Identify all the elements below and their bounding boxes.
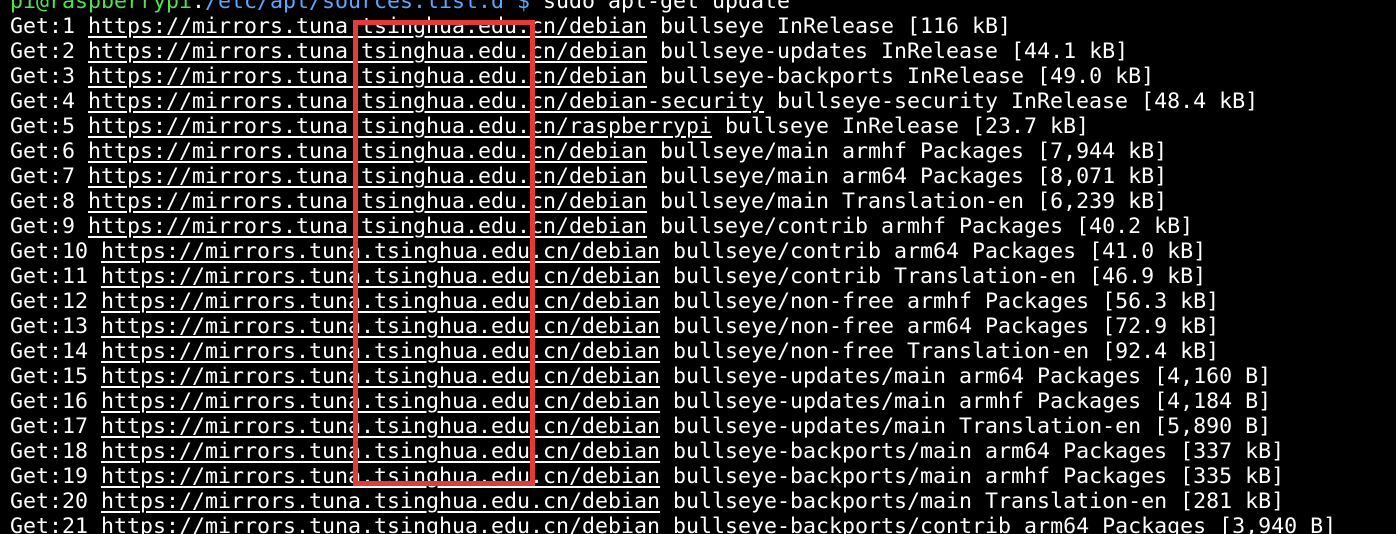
release-info: bullseye/contrib arm64 Packages [41.0 kB… [660, 239, 1207, 264]
output-line: Get:9 https://mirrors.tuna.tsinghua.edu.… [10, 214, 1396, 239]
prompt-command: sudo apt-get update [530, 0, 791, 14]
mirror-url-link[interactable]: https://mirrors.tuna.tsinghua.edu.cn/deb… [101, 314, 660, 339]
get-label: Get:14 [10, 339, 102, 364]
release-info: bullseye/contrib Translation-en [46.9 kB… [660, 264, 1207, 289]
get-label: Get:7 [10, 164, 89, 189]
mirror-url-link[interactable]: https://mirrors.tuna.tsinghua.edu.cn/deb… [88, 39, 647, 64]
mirror-url-link[interactable]: https://mirrors.tuna.tsinghua.edu.cn/deb… [88, 189, 647, 214]
get-label: Get:2 [10, 39, 89, 64]
get-label: Get:20 [10, 489, 102, 514]
get-label: Get:17 [10, 414, 102, 439]
release-info: bullseye/non-free Translation-en [92.4 k… [660, 339, 1220, 364]
get-label: Get:12 [10, 289, 102, 314]
release-info: bullseye-updates/main Translation-en [5,… [660, 414, 1272, 439]
release-info: bullseye-backports/main armhf Packages [… [660, 464, 1285, 489]
mirror-url-link[interactable]: https://mirrors.tuna.tsinghua.edu.cn/deb… [88, 14, 647, 39]
output-line: Get:7 https://mirrors.tuna.tsinghua.edu.… [10, 164, 1396, 189]
release-info: bullseye/main arm64 Packages [8,071 kB] [647, 164, 1168, 189]
output-line: Get:14 https://mirrors.tuna.tsinghua.edu… [10, 339, 1396, 364]
get-label: Get:5 [10, 114, 89, 139]
get-label: Get:11 [10, 264, 102, 289]
release-info: bullseye-backports/contrib arm64 Package… [660, 514, 1337, 534]
output-line: Get:8 https://mirrors.tuna.tsinghua.edu.… [10, 189, 1396, 214]
output-line: Get:2 https://mirrors.tuna.tsinghua.edu.… [10, 39, 1396, 64]
release-info: bullseye-backports/main Translation-en [… [660, 489, 1285, 514]
terminal-window[interactable]: pi@raspberrypi:/etc/apt/sources.list.d $… [0, 0, 1396, 534]
mirror-url-link[interactable]: https://mirrors.tuna.tsinghua.edu.cn/deb… [88, 139, 647, 164]
release-info: bullseye-updates/main armhf Packages [4,… [660, 389, 1272, 414]
prompt-separator: : [192, 0, 206, 14]
mirror-url-link[interactable]: https://mirrors.tuna.tsinghua.edu.cn/deb… [101, 389, 660, 414]
release-info: bullseye/main Translation-en [6,239 kB] [647, 189, 1168, 214]
output-line: Get:11 https://mirrors.tuna.tsinghua.edu… [10, 264, 1396, 289]
terminal-output[interactable]: pi@raspberrypi:/etc/apt/sources.list.d $… [10, 0, 1396, 534]
release-info: bullseye-backports/main arm64 Packages [… [660, 439, 1285, 464]
output-line: Get:4 https://mirrors.tuna.tsinghua.edu.… [10, 89, 1396, 114]
output-line: Get:1 https://mirrors.tuna.tsinghua.edu.… [10, 14, 1396, 39]
release-info: bullseye-backports InRelease [49.0 kB] [647, 64, 1155, 89]
output-line: Get:21 https://mirrors.tuna.tsinghua.edu… [10, 514, 1396, 534]
mirror-url-link[interactable]: https://mirrors.tuna.tsinghua.edu.cn/ras… [88, 114, 712, 139]
output-line: Get:16 https://mirrors.tuna.tsinghua.edu… [10, 389, 1396, 414]
mirror-url-link[interactable]: https://mirrors.tuna.tsinghua.edu.cn/deb… [88, 64, 647, 89]
release-info: bullseye-updates/main arm64 Packages [4,… [660, 364, 1272, 389]
get-label: Get:15 [10, 364, 102, 389]
get-label: Get:18 [10, 439, 102, 464]
output-line: Get:18 https://mirrors.tuna.tsinghua.edu… [10, 439, 1396, 464]
output-lines: Get:1 https://mirrors.tuna.tsinghua.edu.… [10, 14, 1396, 534]
mirror-url-link[interactable]: https://mirrors.tuna.tsinghua.edu.cn/deb… [88, 164, 647, 189]
mirror-url-link[interactable]: https://mirrors.tuna.tsinghua.edu.cn/deb… [101, 364, 660, 389]
mirror-url-link[interactable]: https://mirrors.tuna.tsinghua.edu.cn/deb… [101, 489, 660, 514]
mirror-url-link[interactable]: https://mirrors.tuna.tsinghua.edu.cn/deb… [101, 289, 660, 314]
get-label: Get:13 [10, 314, 102, 339]
release-info: bullseye-security InRelease [48.4 kB] [764, 89, 1259, 114]
output-line: Get:6 https://mirrors.tuna.tsinghua.edu.… [10, 139, 1396, 164]
output-line: Get:15 https://mirrors.tuna.tsinghua.edu… [10, 364, 1396, 389]
release-info: bullseye/non-free arm64 Packages [72.9 k… [660, 314, 1220, 339]
get-label: Get:1 [10, 14, 89, 39]
get-label: Get:9 [10, 214, 89, 239]
output-line: Get:10 https://mirrors.tuna.tsinghua.edu… [10, 239, 1396, 264]
release-info: bullseye/main armhf Packages [7,944 kB] [647, 139, 1168, 164]
mirror-url-link[interactable]: https://mirrors.tuna.tsinghua.edu.cn/deb… [101, 514, 660, 534]
get-label: Get:6 [10, 139, 89, 164]
mirror-url-link[interactable]: https://mirrors.tuna.tsinghua.edu.cn/deb… [88, 214, 647, 239]
get-label: Get:8 [10, 189, 89, 214]
output-line: Get:20 https://mirrors.tuna.tsinghua.edu… [10, 489, 1396, 514]
get-label: Get:16 [10, 389, 102, 414]
mirror-url-link[interactable]: https://mirrors.tuna.tsinghua.edu.cn/deb… [88, 89, 764, 114]
release-info: bullseye/non-free armhf Packages [56.3 k… [660, 289, 1220, 314]
prompt-path: /etc/apt/sources.list.d $ [205, 0, 531, 14]
get-label: Get:21 [10, 514, 102, 534]
release-info: bullseye/contrib armhf Packages [40.2 kB… [647, 214, 1194, 239]
mirror-url-link[interactable]: https://mirrors.tuna.tsinghua.edu.cn/deb… [101, 464, 660, 489]
prompt-user-host: pi@raspberrypi [10, 0, 193, 14]
output-line: Get:12 https://mirrors.tuna.tsinghua.edu… [10, 289, 1396, 314]
get-label: Get:3 [10, 64, 89, 89]
mirror-url-link[interactable]: https://mirrors.tuna.tsinghua.edu.cn/deb… [101, 439, 660, 464]
output-line: Get:13 https://mirrors.tuna.tsinghua.edu… [10, 314, 1396, 339]
get-label: Get:10 [10, 239, 102, 264]
output-line: Get:19 https://mirrors.tuna.tsinghua.edu… [10, 464, 1396, 489]
get-label: Get:19 [10, 464, 102, 489]
mirror-url-link[interactable]: https://mirrors.tuna.tsinghua.edu.cn/deb… [101, 414, 660, 439]
prompt-line: pi@raspberrypi:/etc/apt/sources.list.d $… [10, 0, 1396, 14]
release-info: bullseye InRelease [116 kB] [647, 14, 1012, 39]
release-info: bullseye-updates InRelease [44.1 kB] [647, 39, 1129, 64]
mirror-url-link[interactable]: https://mirrors.tuna.tsinghua.edu.cn/deb… [101, 239, 660, 264]
output-line: Get:3 https://mirrors.tuna.tsinghua.edu.… [10, 64, 1396, 89]
mirror-url-link[interactable]: https://mirrors.tuna.tsinghua.edu.cn/deb… [101, 264, 660, 289]
get-label: Get:4 [10, 89, 89, 114]
output-line: Get:5 https://mirrors.tuna.tsinghua.edu.… [10, 114, 1396, 139]
mirror-url-link[interactable]: https://mirrors.tuna.tsinghua.edu.cn/deb… [101, 339, 660, 364]
release-info: bullseye InRelease [23.7 kB] [712, 114, 1090, 139]
output-line: Get:17 https://mirrors.tuna.tsinghua.edu… [10, 414, 1396, 439]
